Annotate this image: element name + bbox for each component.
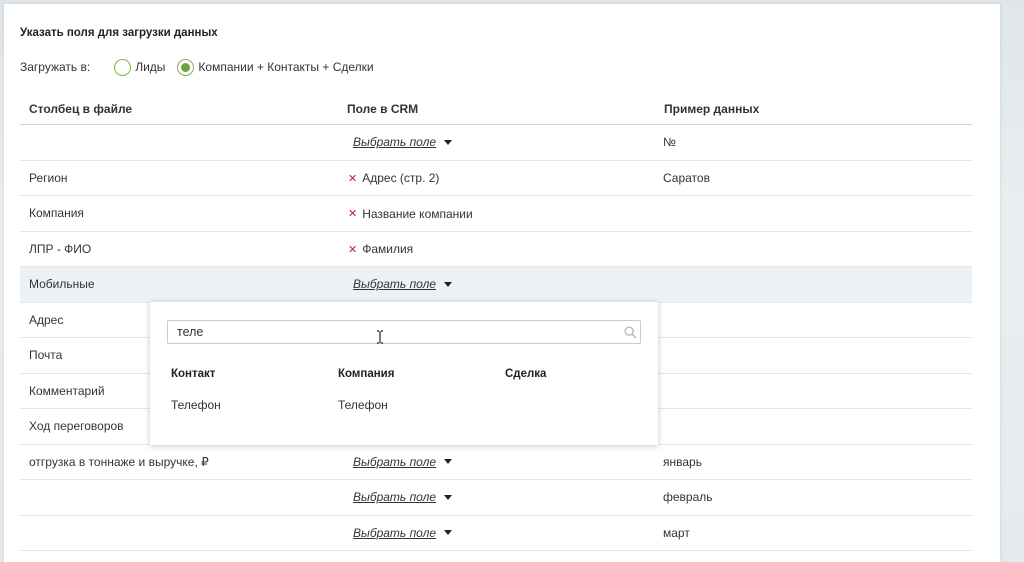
select-field-link[interactable]: Выбрать поле xyxy=(353,526,436,540)
caret-down-icon[interactable] xyxy=(444,281,453,287)
table-row: Выбрать поле март xyxy=(20,516,972,551)
file-column-name: Регион xyxy=(29,170,68,185)
select-field-dropdown[interactable]: Выбрать поле xyxy=(346,526,453,540)
table-row: Мобильные Выбрать поле xyxy=(20,267,972,303)
load-into-selector: Загружать в: Лиды Компании + Контакты + … xyxy=(20,58,380,76)
dropdown-column-header: Компания xyxy=(338,368,395,380)
dropdown-column: Контакт Телефон xyxy=(171,368,338,412)
section-title: Указать поля для загрузки данных xyxy=(20,27,218,39)
remove-icon[interactable]: ✕ xyxy=(346,207,357,220)
dropdown-option[interactable]: Телефон xyxy=(171,398,338,412)
example-value: январь xyxy=(663,454,702,469)
radio-companies-contacts-deals[interactable]: Компании + Контакты + Сделки xyxy=(177,58,374,76)
dropdown-option[interactable]: Телефон xyxy=(338,398,505,412)
dropdown-columns: Контакт Телефон Компания Телефон Сделка xyxy=(171,368,672,412)
table-header: Столбец в файле Поле в CRM Пример данных xyxy=(20,93,972,125)
remove-icon[interactable]: ✕ xyxy=(346,172,357,185)
mapped-field-label: Фамилия xyxy=(362,242,414,256)
select-field-link[interactable]: Выбрать поле xyxy=(353,490,436,504)
select-field-dropdown[interactable]: Выбрать поле xyxy=(346,277,453,291)
crm-field-cell: ✕ Фамилия xyxy=(338,242,655,256)
select-field-dropdown[interactable]: Выбрать поле xyxy=(346,490,453,504)
example-value: февраль xyxy=(663,490,713,505)
header-example: Пример данных xyxy=(664,101,760,116)
header-file-column: Столбец в файле xyxy=(29,101,133,116)
header-crm-field: Поле в CRM xyxy=(347,101,419,116)
dropdown-column-header: Сделка xyxy=(505,368,547,380)
crm-field-cell: Выбрать поле xyxy=(338,490,655,504)
crm-field-cell: Выбрать поле xyxy=(338,455,655,469)
dropdown-column: Сделка xyxy=(505,368,672,412)
field-search-box[interactable] xyxy=(167,320,641,344)
select-field-link[interactable]: Выбрать поле xyxy=(353,135,436,149)
crm-field-cell: Выбрать поле xyxy=(338,277,655,291)
load-into-label: Загружать в: xyxy=(20,60,91,74)
caret-down-icon[interactable] xyxy=(444,494,453,500)
select-field-dropdown[interactable]: Выбрать поле xyxy=(346,135,453,149)
table-row: Регион ✕ Адрес (стр. 2) Саратов xyxy=(20,161,972,196)
remove-icon[interactable]: ✕ xyxy=(346,243,357,256)
table-row: отгрузка в тоннаже и выручке, ₽ Выбрать п… xyxy=(20,445,972,480)
table-row: Выбрать поле февраль xyxy=(20,480,972,516)
table-row: Выбрать поле № xyxy=(20,125,972,161)
crm-field-cell: Выбрать поле xyxy=(338,526,655,540)
radio-leads-label: Лиды xyxy=(135,60,166,74)
radio-leads-circle[interactable] xyxy=(114,58,132,76)
crm-field-cell: ✕ Название компании xyxy=(338,206,655,221)
crm-field-cell: Выбрать поле xyxy=(338,135,655,149)
mapped-field: ✕ Название компании xyxy=(346,207,473,221)
field-picker-dropdown: Контакт Телефон Компания Телефон Сделка xyxy=(150,302,658,445)
table-row: ЛПР - ФИО ✕ Фамилия xyxy=(20,232,972,267)
mapped-field: ✕ Фамилия xyxy=(346,242,413,256)
radio-leads[interactable]: Лиды xyxy=(114,58,166,76)
table-row: Компания ✕ Название компании xyxy=(20,196,972,232)
select-field-dropdown[interactable]: Выбрать поле xyxy=(346,455,453,469)
caret-down-icon[interactable] xyxy=(444,530,453,536)
mapped-field-label: Название компании xyxy=(362,206,473,221)
caret-down-icon[interactable] xyxy=(444,139,453,145)
dropdown-column: Компания Телефон xyxy=(338,368,505,412)
example-value: Саратов xyxy=(663,170,710,185)
example-value: март xyxy=(663,525,690,540)
file-column-name: ЛПР - ФИО xyxy=(29,241,92,256)
dropdown-column-header: Контакт xyxy=(171,368,216,380)
caret-down-icon[interactable] xyxy=(444,459,453,465)
search-icon[interactable] xyxy=(620,325,640,339)
text-cursor-icon xyxy=(377,330,383,344)
example-value: № xyxy=(663,135,676,150)
crm-field-cell: ✕ Адрес (стр. 2) xyxy=(338,171,655,185)
file-column-name: отгрузка в тоннаже и выручке, ₽ xyxy=(29,454,209,469)
mapped-field-label: Адрес (стр. 2) xyxy=(362,171,440,185)
select-field-link[interactable]: Выбрать поле xyxy=(353,277,436,291)
radio-companies-label: Компании + Контакты + Сделки xyxy=(198,60,374,74)
mapped-field: ✕ Адрес (стр. 2) xyxy=(346,171,439,185)
select-field-link[interactable]: Выбрать поле xyxy=(353,455,436,469)
radio-companies-circle[interactable] xyxy=(177,58,195,76)
file-column-name: Мобильные xyxy=(29,277,95,292)
field-search-input[interactable] xyxy=(168,321,620,343)
file-column-name: Компания xyxy=(29,206,84,221)
